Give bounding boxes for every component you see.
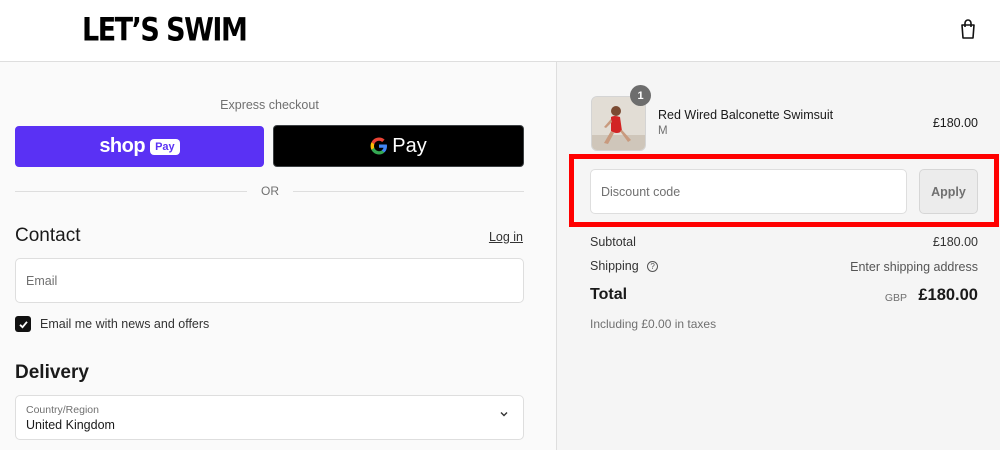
product-price: £180.00: [932, 116, 978, 130]
chevron-down-icon: [500, 412, 508, 417]
divider-line: [15, 191, 247, 192]
shop-pay-badge: Pay: [150, 138, 180, 155]
google-pay-label: Pay: [392, 134, 427, 157]
or-divider: OR: [15, 184, 524, 198]
express-checkout-label: Express checkout: [220, 98, 319, 112]
apply-discount-button[interactable]: Apply: [919, 169, 978, 214]
total-label: Total: [590, 286, 628, 303]
country-region-label: Country/Region: [26, 404, 99, 416]
log-in-link[interactable]: Log in: [489, 230, 523, 244]
shop-pay-wordmark: shop: [99, 135, 146, 157]
discount-code-input[interactable]: [590, 169, 907, 214]
help-icon[interactable]: ?: [647, 261, 659, 272]
newsletter-label: Email me with news and offers: [40, 317, 210, 331]
taxes-note: Including £0.00 in taxes: [590, 317, 717, 331]
checkmark-icon: [18, 320, 28, 329]
total-currency: GBP: [884, 292, 907, 304]
shipping-value: Enter shipping address: [850, 260, 978, 274]
or-text: OR: [261, 184, 279, 198]
site-header: LET’S SWIM: [0, 0, 1000, 62]
product-name: Red Wired Balconette Swimsuit: [658, 108, 834, 122]
delivery-heading: Delivery: [15, 362, 89, 383]
divider-line: [293, 191, 524, 192]
country-region-value: United Kingdom: [26, 418, 115, 432]
shipping-row: Shipping ?: [590, 259, 659, 273]
email-field[interactable]: [15, 258, 524, 303]
google-pay-button[interactable]: Pay: [273, 125, 524, 167]
newsletter-option[interactable]: Email me with news and offers: [15, 316, 209, 332]
quantity-badge: 1: [630, 85, 651, 106]
subtotal-label: Subtotal: [590, 235, 636, 249]
google-g-icon: [370, 137, 388, 155]
brand-logo[interactable]: LET’S SWIM: [82, 12, 248, 49]
newsletter-checkbox[interactable]: [15, 316, 31, 332]
product-variant: M: [658, 125, 668, 137]
checkout-form-panel: Express checkout shop Pay Pay OR Contact…: [0, 62, 557, 450]
shop-pay-button[interactable]: shop Pay: [15, 126, 264, 167]
order-summary-panel: 1 Red Wired Balconette Swimsuit M £180.0…: [557, 62, 1000, 450]
subtotal-value: £180.00: [932, 235, 978, 249]
country-region-select[interactable]: Country/Region United Kingdom: [15, 395, 524, 440]
shipping-label: Shipping: [590, 259, 639, 273]
contact-heading: Contact: [15, 225, 81, 246]
shopping-bag-icon[interactable]: [958, 18, 978, 40]
total-value: £180.00: [918, 286, 978, 304]
